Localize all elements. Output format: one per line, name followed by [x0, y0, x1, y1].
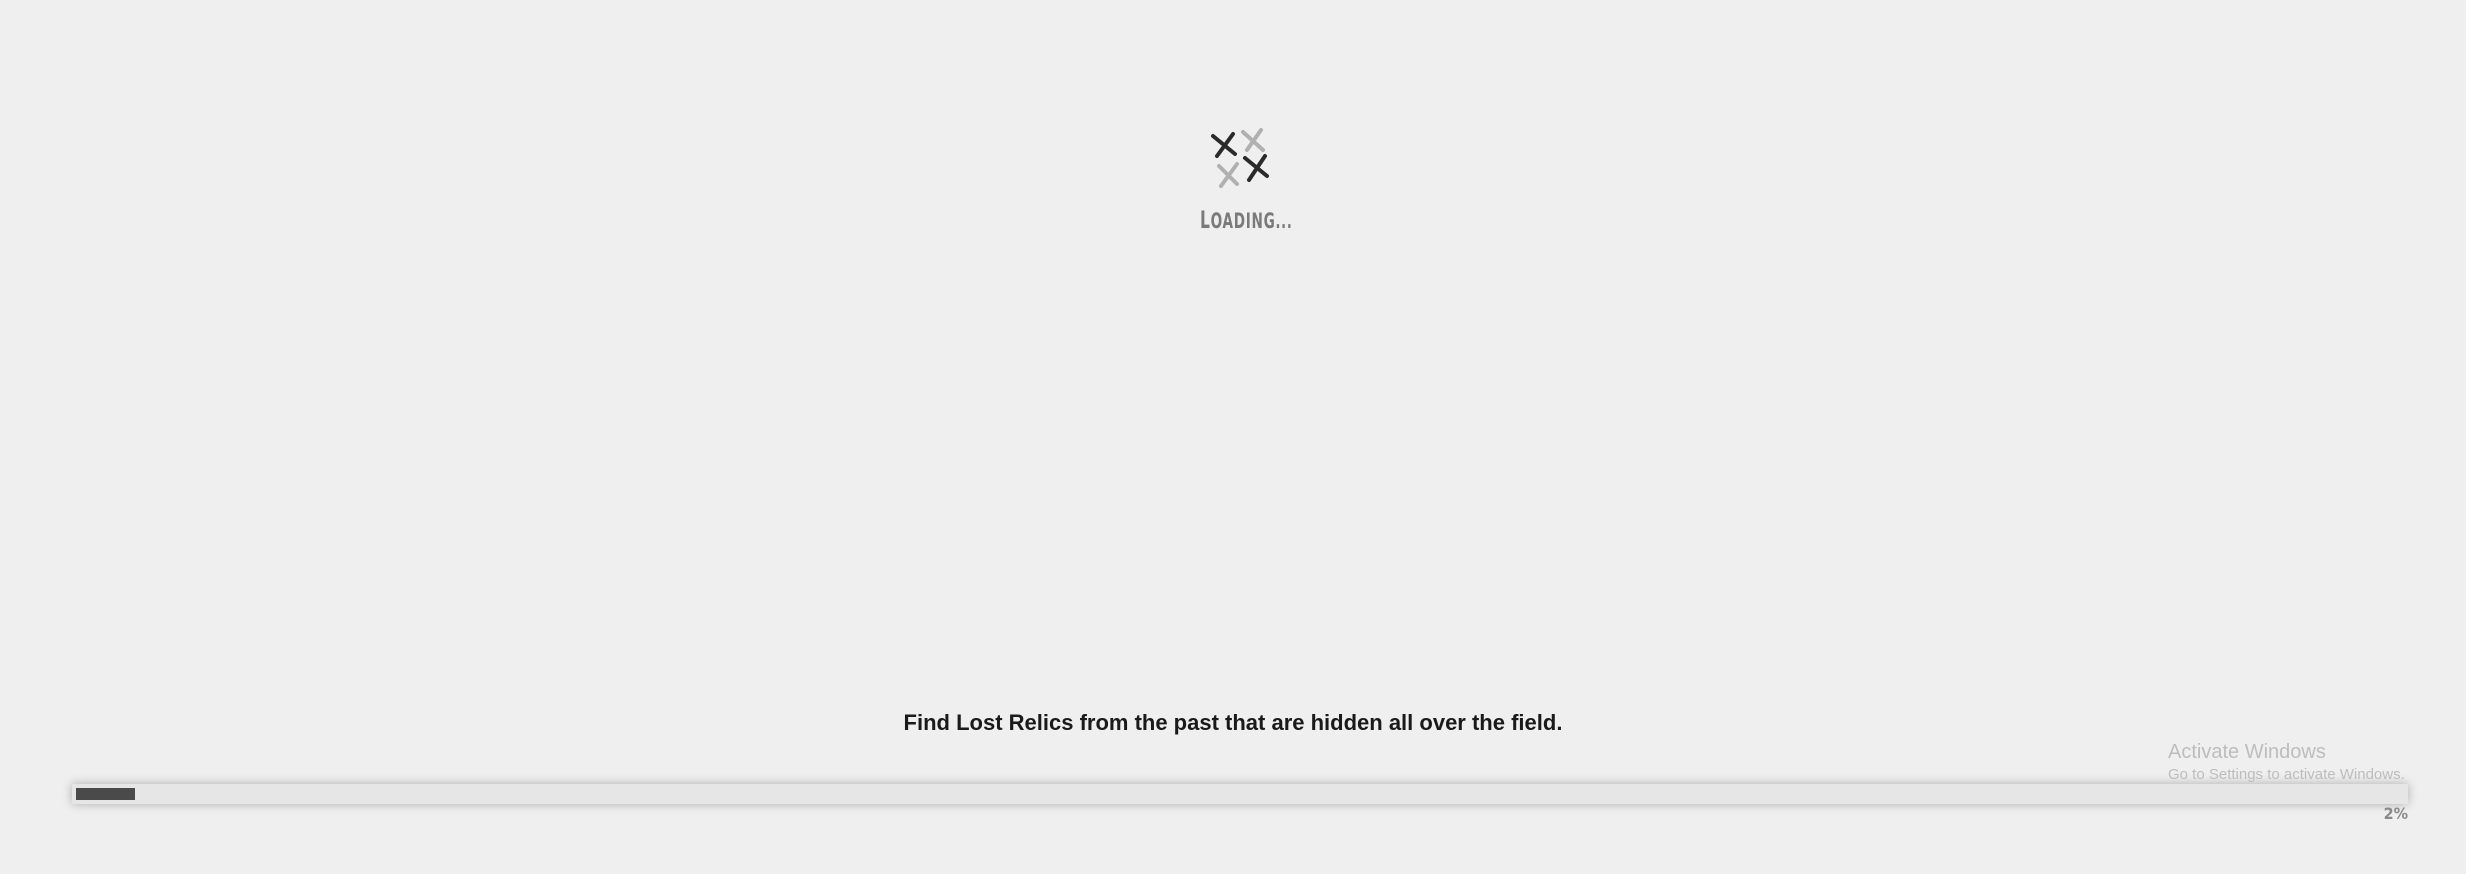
spinner-x-bottom-right-icon [1243, 154, 1269, 182]
progress-bar [72, 784, 2408, 804]
activate-windows-title: Activate Windows [2168, 741, 2326, 763]
spinner-x-bottom-left-icon [1217, 162, 1239, 188]
spinner-x-top-left-icon [1211, 132, 1237, 158]
loading-tip: Find Lost Relics from the past that are … [903, 710, 1563, 735]
progress-bar-fill [76, 788, 135, 800]
loading-label-first-letter: L [1200, 206, 1211, 234]
loading-label-dots: ... [1275, 209, 1293, 233]
loading-spinner-icon [1205, 124, 1273, 192]
loading-label-rest: OADING [1210, 209, 1276, 233]
loading-label: LOADING... [1200, 206, 1292, 234]
activate-windows-watermark: Activate Windows Go to Settings to activ… [2168, 740, 2405, 786]
loading-screen: LOADING... Find Lost Relics from the pas… [0, 0, 2466, 874]
progress-percent: 2% [2383, 804, 2408, 823]
activate-windows-subtitle: Go to Settings to activate Windows. [2168, 766, 2405, 783]
spinner-x-top-right-icon [1241, 128, 1265, 152]
